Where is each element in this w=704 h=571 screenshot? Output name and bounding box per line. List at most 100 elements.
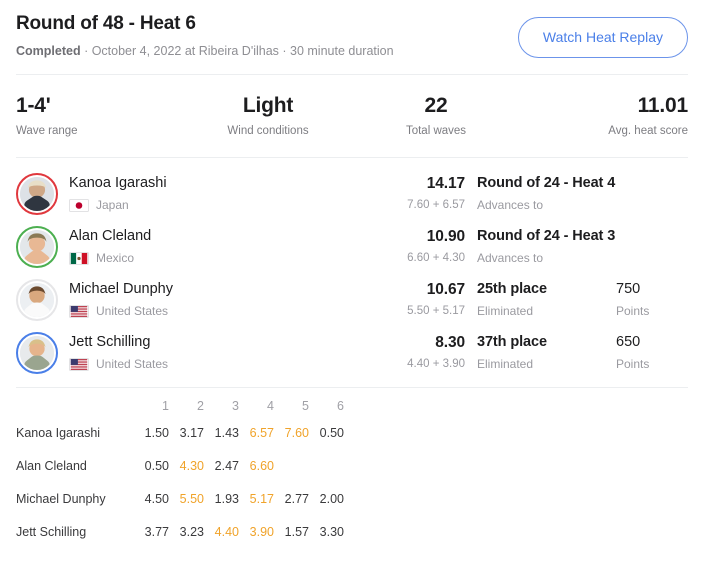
points-label: Points [616, 357, 650, 371]
result-title: Round of 24 - Heat 4 [477, 175, 616, 191]
wave-table-header-row: 1 2 3 4 5 6 [16, 388, 688, 416]
wave-score-cell: 7.60 [284, 425, 309, 440]
page-title: Round of 48 - Heat 6 [16, 13, 196, 34]
stat-value: 1-4' [16, 94, 51, 117]
avatar-ring [16, 278, 58, 321]
heat-detail-page: Round of 48 - Heat 6 Completed · October… [0, 0, 704, 571]
us-flag-icon [69, 305, 89, 318]
result-subtitle: Advances to [477, 198, 544, 212]
wave-score-cell: 1.50 [144, 425, 169, 440]
athlete-name: Michael Dunphy [69, 281, 173, 297]
stat-total-waves: 22 Total waves [352, 93, 520, 137]
avatar-ring [16, 172, 58, 215]
stat-label: Wind conditions [227, 125, 309, 137]
wave-row-pad [344, 416, 688, 449]
wave-column-header-2: 2 [197, 399, 204, 413]
mx-flag-icon [69, 252, 89, 265]
athlete-row[interactable]: Kanoa Igarashi Japan 14.17 7.60 + 6.57 R… [16, 167, 688, 220]
points-value: 650 [616, 334, 641, 350]
result-title: 37th place [477, 334, 547, 350]
wave-score-cell: 0.50 [144, 458, 169, 473]
athlete-result[interactable]: Round of 24 - Heat 3 Advances to [477, 227, 616, 266]
status-badge: Completed [16, 44, 81, 58]
jp-flag-icon [69, 199, 89, 212]
wave-header-pad [344, 388, 688, 416]
wave-table-row: Jett Schilling 3.77 3.23 4.40 3.90 1.57 3.30 [16, 515, 688, 548]
wave-score-cell: 3.30 [319, 524, 344, 539]
wave-score-cell: 3.90 [249, 524, 274, 539]
avatar-ring [16, 331, 58, 374]
wave-header-name [16, 388, 134, 416]
wave-score-cell: 1.57 [284, 524, 309, 539]
watch-heat-replay-button[interactable]: Watch Heat Replay [517, 17, 688, 58]
athlete-name: Alan Cleland [69, 228, 152, 244]
wave-scores-table: 1 2 3 4 5 6 Kanoa Igarashi 1.50 3.17 1.43 6.… [16, 388, 688, 548]
wave-column-header-6: 6 [337, 399, 344, 413]
athlete-result: 25th place Eliminated [477, 280, 616, 319]
wave-score-cell: 5.50 [179, 491, 204, 506]
wave-column-header-1: 1 [162, 399, 169, 413]
wave-score-cell: 3.17 [179, 425, 204, 440]
athlete-score: 8.30 4.40 + 3.90 [369, 333, 477, 372]
country-name: Japan [96, 198, 129, 212]
score-total: 14.17 [426, 175, 465, 192]
wave-scores-section: 1 2 3 4 5 6 Kanoa Igarashi 1.50 3.17 1.43 6.… [0, 388, 704, 548]
country-name: Mexico [96, 251, 135, 265]
athlete-name: Jett Schilling [69, 334, 151, 350]
wave-table-row: Michael Dunphy 4.50 5.50 1.93 5.17 2.77 2.00 [16, 482, 688, 515]
athlete-portrait-icon [20, 335, 54, 370]
athlete-identity: Jett Schilling United States [69, 333, 369, 372]
heat-header: Round of 48 - Heat 6 Completed · October… [0, 0, 704, 74]
athlete-results-list: Kanoa Igarashi Japan 14.17 7.60 + 6.57 R… [0, 158, 704, 387]
result-title: 25th place [477, 281, 547, 297]
athlete-country: Japan [69, 198, 369, 213]
athlete-portrait-icon [20, 229, 54, 264]
athlete-row[interactable]: Jett Schilling United States 8.30 4.40 +… [16, 326, 688, 379]
stat-value: 11.01 [637, 94, 689, 117]
athlete-country: United States [69, 357, 369, 372]
wave-column-header-3: 3 [232, 399, 239, 413]
heat-meta: Completed · October 4, 2022 at Ribeira D… [16, 43, 394, 59]
stat-avg-heat-score: 11.01 Avg. heat score [520, 93, 688, 137]
wave-score-cell: 2.00 [319, 491, 344, 506]
athlete-result: 37th place Eliminated [477, 333, 616, 372]
athlete-portrait-icon [20, 282, 54, 317]
stat-value: 22 [424, 94, 448, 117]
athlete-row[interactable]: Michael Dunphy United States 10.67 5.50 … [16, 273, 688, 326]
wave-score-cell: 2.47 [214, 458, 239, 473]
wave-table-row: Kanoa Igarashi 1.50 3.17 1.43 6.57 7.60 0.50 [16, 416, 688, 449]
country-name: United States [96, 357, 169, 371]
wave-column-header-5: 5 [302, 399, 309, 413]
wave-score-cell: 4.50 [144, 491, 169, 506]
wave-score-cell: 4.30 [179, 458, 204, 473]
stat-label: Total waves [405, 125, 467, 137]
us-flag-icon [69, 358, 89, 371]
athlete-portrait-icon [20, 176, 54, 211]
points-value: 750 [616, 281, 641, 297]
athlete-identity: Alan Cleland Mexico [69, 227, 369, 266]
athlete-points [616, 191, 688, 196]
wave-score-cell [274, 449, 309, 482]
wave-score-cell: 1.43 [214, 425, 239, 440]
athlete-identity: Kanoa Igarashi Japan [69, 174, 369, 213]
avatar [20, 229, 54, 264]
athlete-name: Kanoa Igarashi [69, 175, 167, 191]
wave-score-cell: 0.50 [319, 425, 344, 440]
score-total: 10.67 [426, 281, 465, 298]
wave-score-cell: 2.77 [284, 491, 309, 506]
stat-wind-conditions: Light Wind conditions [184, 93, 352, 137]
wave-table-row: Alan Cleland 0.50 4.30 2.47 6.60 [16, 449, 688, 482]
wave-row-athlete-name: Jett Schilling [16, 524, 87, 539]
athlete-score: 14.17 7.60 + 6.57 [369, 174, 477, 213]
wave-row-pad [344, 449, 688, 482]
stat-wave-range: 1-4' Wave range [16, 93, 184, 137]
wave-row-pad [344, 515, 688, 548]
wave-score-cell: 3.77 [144, 524, 169, 539]
athlete-result[interactable]: Round of 24 - Heat 4 Advances to [477, 174, 616, 213]
wave-score-cell [309, 449, 344, 482]
wave-row-athlete-name: Alan Cleland [16, 458, 87, 473]
athlete-identity: Michael Dunphy United States [69, 280, 369, 319]
stat-value: Light [242, 94, 294, 117]
heat-stats: 1-4' Wave range Light Wind conditions 22… [0, 75, 704, 157]
athlete-row[interactable]: Alan Cleland Mexico 10.90 6.60 + 4.30 Ro… [16, 220, 688, 273]
